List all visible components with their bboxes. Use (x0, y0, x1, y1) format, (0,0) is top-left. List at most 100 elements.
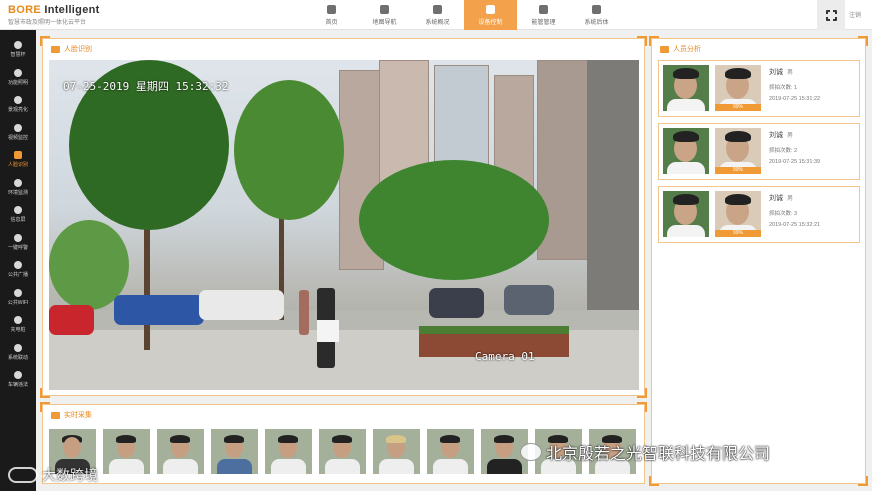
capture-time: 2019-07-25 15:31:22 (769, 96, 821, 102)
panel-title-text: 人员分析 (673, 46, 701, 53)
top-bar: BORE Intelligent 智慧市政及照明一体化云平台 首页 地图导航 系… (0, 0, 872, 30)
alarm-icon (14, 233, 22, 242)
sidebar-item-screen[interactable]: 信息屏 (0, 201, 36, 229)
person-icon (660, 45, 669, 53)
captured-face (663, 65, 709, 111)
capture-thumbnail[interactable] (211, 429, 258, 474)
car (199, 290, 284, 320)
nav-label: 系统后体 (584, 19, 609, 26)
person-name: 刘诚 (769, 69, 783, 76)
backend-icon (592, 4, 601, 14)
panel-title: 人脸识别 (51, 44, 92, 54)
sidebar: 智慧杆 功能照明 景观亮化 视频监控 人脸识别 环境监测 信息屏 一键呼警 公共… (0, 30, 36, 491)
sidebar-item-vehicle[interactable]: 车辆违法 (0, 366, 36, 394)
sidebar-item-broadcast[interactable]: 公共广播 (0, 256, 36, 284)
sidebar-item-label: 公共广播 (7, 272, 28, 279)
capture-count: 抓拍次数: 1 (769, 85, 798, 91)
brand-name-b: Intelligent (44, 4, 100, 16)
matched-face: 99% (715, 191, 761, 237)
sidebar-item-label: 智慧杆 (10, 52, 26, 59)
tree (359, 160, 549, 280)
car (49, 305, 94, 335)
capture-count: 抓拍次数: 3 (769, 211, 798, 217)
captured-face (663, 191, 709, 237)
sidebar-item-label: 车辆违法 (7, 382, 28, 389)
captured-face (663, 128, 709, 174)
capture-thumbnail[interactable] (103, 429, 150, 474)
nav-device-control[interactable]: 设备控制 (464, 0, 517, 30)
nav-label: 设备控制 (478, 19, 503, 26)
bottom-left-watermark: 大数跨境 (8, 465, 98, 485)
camera-video-feed[interactable]: 07-25-2019 星期四 15:32:32 Camera 01 (49, 60, 639, 390)
sidebar-item-label: 景观亮化 (7, 107, 28, 114)
capture-time: 2019-07-25 15:32:21 (769, 222, 821, 228)
video-timestamp: 07-25-2019 星期四 15:32:32 (63, 80, 229, 93)
match-percent: 99% (715, 167, 761, 174)
sidebar-item-label: 充电桩 (10, 327, 26, 334)
brand-logo: BORE Intelligent 智慧市政及照明一体化云平台 (8, 4, 100, 26)
camera-label: Camera 01 (475, 350, 535, 363)
sidebar-item-environment[interactable]: 环境监测 (0, 174, 36, 202)
car (114, 295, 204, 325)
tree-trunk (144, 210, 150, 350)
nav-map[interactable]: 地图导航 (358, 0, 411, 30)
environment-icon (14, 178, 22, 187)
capture-thumbnail[interactable] (157, 429, 204, 474)
broadcast-icon (14, 261, 22, 270)
capture-thumbnail[interactable] (265, 429, 312, 474)
watermark-text: 大数跨境 (42, 468, 98, 484)
sidebar-item-video[interactable]: 视频监控 (0, 119, 36, 147)
sidebar-item-face[interactable]: 人脸识别 (0, 146, 36, 174)
shopping-bag (317, 320, 339, 342)
analysis-record[interactable]: 99% 刘诚男 抓拍次数: 2 2019-07-25 15:31:39 (658, 123, 860, 180)
person-gender: 男 (787, 70, 794, 76)
capture-count: 抓拍次数: 2 (769, 148, 798, 154)
nav-label: 系统概况 (425, 19, 450, 26)
home-icon (327, 4, 336, 14)
sidebar-item-alarm[interactable]: 一键呼警 (0, 229, 36, 257)
sidebar-item-label: 系统联动 (7, 354, 28, 361)
wechat-watermark: 北京殷若之光智联科技有限公司 (520, 440, 770, 464)
capture-thumbnail[interactable] (427, 429, 474, 474)
sidebar-item-link[interactable]: 系统联动 (0, 339, 36, 367)
sidebar-item-label: 视频监控 (7, 134, 28, 141)
nav-backend[interactable]: 系统后体 (570, 0, 623, 30)
sidebar-item-pole[interactable]: 智慧杆 (0, 36, 36, 64)
sidebar-item-label: 人脸识别 (7, 162, 28, 169)
fullscreen-icon (824, 8, 838, 22)
capture-time: 2019-07-25 15:31:39 (769, 159, 821, 165)
sidebar-item-label: 公共WIFI (7, 299, 29, 306)
match-percent: 99% (715, 230, 761, 237)
tree (234, 80, 344, 220)
fullscreen-button[interactable] (817, 0, 845, 30)
sidebar-item-wifi[interactable]: 公共WIFI (0, 284, 36, 312)
matched-face: 99% (715, 65, 761, 111)
nav-home[interactable]: 首页 (305, 0, 358, 30)
pole-icon (14, 41, 22, 50)
capture-thumbnail[interactable] (373, 429, 420, 474)
car-icon (14, 371, 22, 380)
car (504, 285, 554, 315)
watermark-logo-icon (8, 467, 38, 483)
sidebar-item-charger[interactable]: 充电桩 (0, 311, 36, 339)
sidebar-item-landscape[interactable]: 景观亮化 (0, 91, 36, 119)
company-watermark: 北京殷若之光智联科技有限公司 (546, 444, 771, 463)
camera-icon (14, 123, 22, 132)
brand-name-a: BORE (8, 4, 41, 16)
match-percent: 99% (715, 104, 761, 111)
nav-system-overview[interactable]: 系统概况 (411, 0, 464, 30)
sidebar-item-lighting[interactable]: 功能照明 (0, 64, 36, 92)
face-icon (14, 151, 22, 160)
analysis-record[interactable]: 99% 刘诚男 抓拍次数: 1 2019-07-25 15:31:22 (658, 60, 860, 117)
nav-energy[interactable]: 能管管理 (517, 0, 570, 30)
sidebar-item-label: 环境监测 (7, 189, 28, 196)
logout-button[interactable]: 注销 (849, 10, 861, 19)
link-icon (14, 343, 22, 352)
person-name: 刘诚 (769, 195, 783, 202)
sidebar-item-label: 功能照明 (7, 79, 28, 86)
info-icon (433, 4, 442, 14)
person-gender: 男 (787, 133, 794, 139)
analysis-record[interactable]: 99% 刘诚男 抓拍次数: 3 2019-07-25 15:32:21 (658, 186, 860, 243)
light-icon (14, 68, 22, 77)
capture-thumbnail[interactable] (319, 429, 366, 474)
